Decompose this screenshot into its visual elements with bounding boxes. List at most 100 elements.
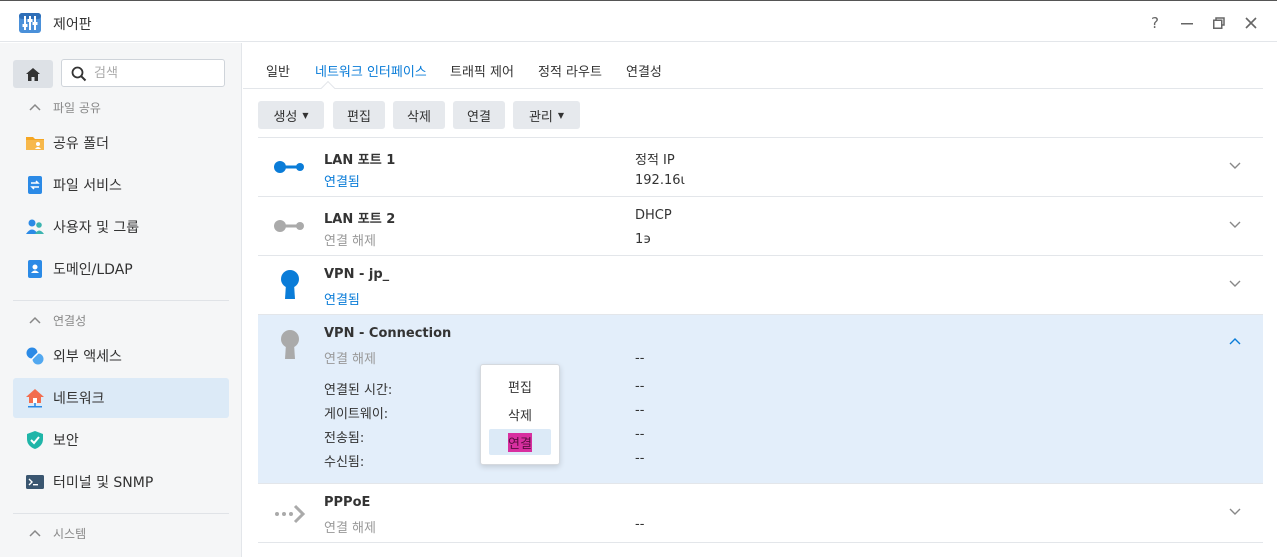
chevron-down-icon[interactable] <box>1228 276 1242 290</box>
interface-ip-address: 192.16ι <box>635 173 685 188</box>
interface-status: 연결 해제 <box>324 352 376 367</box>
restore-button[interactable] <box>1209 13 1229 33</box>
chevron-down-icon[interactable] <box>1228 504 1242 518</box>
chevron-up-icon <box>29 316 41 324</box>
vpn-disconnected-icon <box>281 330 299 359</box>
search-box[interactable] <box>61 59 225 87</box>
sidebar-item-file-services[interactable]: 파일 서비스 <box>13 165 229 205</box>
context-menu: 편집 삭제 연결 <box>480 364 560 465</box>
detail-value-gateway: -- <box>635 403 645 418</box>
title-bar: 제어판 ? <box>0 2 1277 42</box>
interface-status: 연결 해제 <box>324 234 376 249</box>
tab-network-interface[interactable]: 네트워크 인터페이스 <box>315 61 427 80</box>
connect-button[interactable]: 연결 <box>453 101 505 129</box>
lan-disconnected-icon <box>274 220 304 232</box>
tab-traffic-control[interactable]: 트래픽 제어 <box>450 61 514 80</box>
sidebar-item-label: 터미널 및 SNMP <box>53 475 154 491</box>
caret-down-icon: ▼ <box>302 110 309 120</box>
main-panel: 일반 네트워크 인터페이스 트래픽 제어 정적 라우트 연결성 생성 ▼ 편집 삭… <box>243 43 1277 557</box>
help-button[interactable]: ? <box>1145 13 1165 33</box>
detail-label-received: 수신됨: <box>324 455 365 470</box>
tab-bar: 일반 네트워크 인터페이스 트래픽 제어 정적 라우트 연결성 <box>243 43 1263 96</box>
manage-label: 관리 <box>528 109 553 125</box>
edit-button[interactable]: 편집 <box>333 101 385 129</box>
interface-status: 연결 해제 <box>324 521 376 536</box>
minimize-button[interactable] <box>1177 13 1197 33</box>
sidebar-item-terminal-snmp[interactable]: 터미널 및 SNMP <box>13 462 229 502</box>
section-connectivity[interactable]: 연결성 <box>28 312 86 329</box>
terminal-icon <box>26 475 44 489</box>
interface-ip-address: -- <box>635 351 645 366</box>
interface-status: 연결됨 <box>324 175 360 190</box>
users-groups-icon <box>26 219 44 234</box>
active-tab-indicator <box>320 80 336 96</box>
chevron-down-icon[interactable] <box>1228 217 1242 231</box>
interface-row-vpn-jp[interactable]: VPN - jp_ 연결됨 <box>258 256 1263 315</box>
sidebar-item-label: 사용자 및 그룹 <box>53 220 140 236</box>
interface-ip-address: 1϶ <box>635 232 652 247</box>
sidebar-item-shared-folder[interactable]: 공유 폴더 <box>13 123 229 163</box>
tab-general[interactable]: 일반 <box>266 61 290 80</box>
lan-connected-icon <box>274 161 304 173</box>
interface-row-pppoe[interactable]: PPPoE 연결 해제 -- <box>258 484 1263 543</box>
control-panel-app-icon <box>19 13 41 33</box>
sidebar-item-network[interactable]: 네트워크 <box>13 378 229 418</box>
context-menu-edit[interactable]: 편집 <box>489 373 551 399</box>
vpn-connected-icon <box>281 270 299 299</box>
context-menu-connect[interactable]: 연결 <box>489 429 551 455</box>
section-label: 시스템 <box>53 527 87 541</box>
home-icon <box>26 67 40 81</box>
sidebar-item-external-access[interactable]: 외부 액세스 <box>13 336 229 376</box>
interface-row-lan1[interactable]: LAN 포트 1 연결됨 정적 IP 192.16ι <box>258 138 1263 197</box>
sidebar-item-label: 네트워크 <box>53 391 105 407</box>
sidebar-item-label: 공유 폴더 <box>53 136 109 152</box>
section-system[interactable]: 시스템 <box>28 525 86 542</box>
interface-row-lan2[interactable]: LAN 포트 2 연결 해제 DHCP 1϶ <box>258 197 1263 256</box>
pppoe-icon <box>275 504 306 524</box>
sidebar-item-label: 외부 액세스 <box>53 349 122 365</box>
interface-name: LAN 포트 2 <box>324 212 396 227</box>
manage-button[interactable]: 관리 ▼ <box>513 101 580 129</box>
search-icon <box>71 66 87 82</box>
search-input[interactable] <box>94 64 219 82</box>
interface-name: VPN - Connection <box>324 326 452 341</box>
detail-label-connected-time: 연결된 시간: <box>324 383 393 398</box>
interface-ip-type: 정적 IP <box>635 153 675 168</box>
sidebar-item-domain-ldap[interactable]: 도메인/LDAP <box>13 249 229 289</box>
chevron-up-icon[interactable] <box>1228 335 1242 349</box>
chevron-up-icon <box>29 529 41 537</box>
sidebar-item-users-groups[interactable]: 사용자 및 그룹 <box>13 207 229 247</box>
sidebar-item-label: 도메인/LDAP <box>53 262 133 278</box>
home-button[interactable] <box>13 60 53 88</box>
close-icon <box>1245 17 1257 29</box>
sidebar-item-label: 보안 <box>53 433 79 449</box>
control-panel-window: 제어판 ? 파일 공유 공유 폴더 파일 서비스 <box>0 0 1277 557</box>
detail-value-sent: -- <box>635 427 645 442</box>
sidebar-item-security[interactable]: 보안 <box>13 420 229 460</box>
interface-name: PPPoE <box>324 495 371 510</box>
chevron-down-icon[interactable] <box>1228 158 1242 172</box>
window-title: 제어판 <box>53 17 92 33</box>
sidebar-divider <box>13 513 229 514</box>
delete-button[interactable]: 삭제 <box>393 101 445 129</box>
tab-connectivity[interactable]: 연결성 <box>626 61 662 80</box>
tab-static-route[interactable]: 정적 라우트 <box>538 61 602 80</box>
context-menu-delete[interactable]: 삭제 <box>489 401 551 427</box>
minimize-icon <box>1181 23 1193 25</box>
detail-label-sent: 전송됨: <box>324 431 365 446</box>
detail-label-gateway: 게이트웨이: <box>324 407 389 422</box>
external-access-icon <box>26 347 44 365</box>
interface-ip-type: DHCP <box>635 208 672 223</box>
close-button[interactable] <box>1241 13 1261 33</box>
shared-folder-icon <box>26 137 44 150</box>
sidebar-item-label: 파일 서비스 <box>53 178 122 194</box>
create-button[interactable]: 생성 ▼ <box>258 101 324 129</box>
detail-value-received: -- <box>635 451 645 466</box>
interface-ip-address: -- <box>635 517 645 532</box>
shield-icon <box>27 431 43 449</box>
interface-name: VPN - jp_ <box>324 267 390 282</box>
interface-name: LAN 포트 1 <box>324 153 396 168</box>
interface-row-vpn-connection[interactable]: VPN - Connection 연결 해제 -- 연결된 시간: -- 게이트… <box>258 315 1263 484</box>
file-services-icon <box>28 176 42 194</box>
section-file-sharing[interactable]: 파일 공유 <box>28 99 101 116</box>
